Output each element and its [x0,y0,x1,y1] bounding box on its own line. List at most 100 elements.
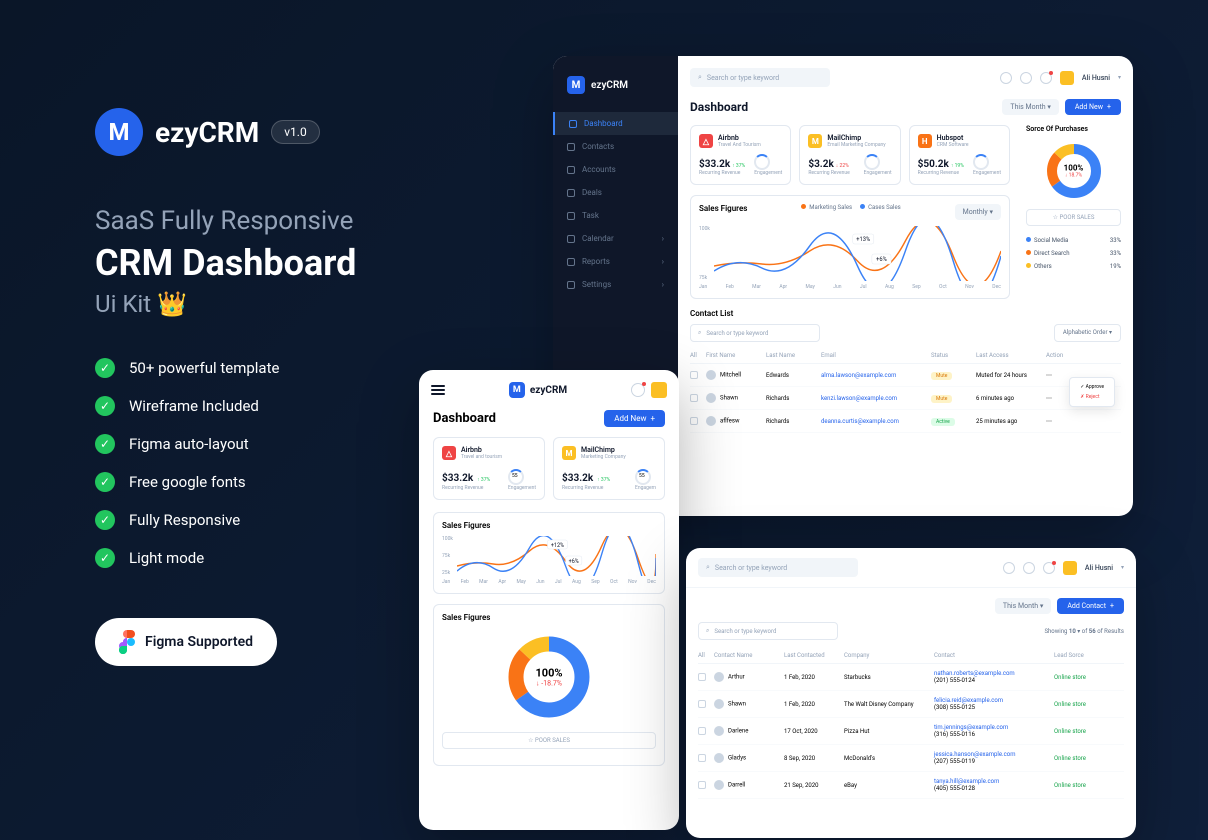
sidebar-item-reports[interactable]: Reports› [553,250,678,273]
row-menu-button[interactable]: ⋯ [1046,395,1066,402]
contacts-table: AllContact NameLast ContactedCompanyCont… [698,648,1124,799]
add-new-button[interactable]: Add New + [604,410,665,427]
feature-item: ✓Light mode [95,548,475,568]
burger-menu-button[interactable] [431,385,445,395]
bell-icon[interactable] [631,383,645,397]
moon-icon[interactable] [1020,72,1032,84]
svg-text:+6%: +6% [569,559,579,565]
checkbox[interactable] [698,673,706,681]
list-search-input[interactable]: ⌕Search or type keyword [698,622,838,640]
checkbox[interactable] [690,394,698,402]
period-dropdown[interactable]: This Month ▾ [1002,99,1058,115]
check-icon: ✓ [95,434,115,454]
sidebar-item-deals[interactable]: Deals [553,181,678,204]
moon-icon[interactable] [1023,562,1035,574]
bell-icon[interactable] [1043,562,1055,574]
checkbox[interactable] [690,417,698,425]
topbar: ⌕Search or type keyword Ali Husni ▾ [690,68,1121,87]
figma-supported-button[interactable]: Figma Supported [95,618,277,666]
table-row[interactable]: Arthur1 Feb, 2020Starbucksnathan.roberts… [698,664,1124,691]
line-chart: +12% +6% [457,536,656,576]
task-icon [567,212,575,220]
add-contact-button[interactable]: Add Contact + [1057,598,1124,614]
sun-icon[interactable] [1003,562,1015,574]
search-icon: ⌕ [706,627,709,635]
sidebar-item-dashboard[interactable]: Dashboard [553,112,678,135]
results-summary: Showing 10 ▾ of 56 of Results [1044,628,1124,635]
avatar[interactable] [1060,71,1074,85]
approve-action[interactable]: ✓ Approve [1074,382,1110,392]
donut-panel: Sales Figures 100%↓ -18.7% ☆ POOR SALES [433,604,665,766]
dashboard-icon [569,120,577,128]
sidebar-item-settings[interactable]: Settings› [553,273,678,296]
checkbox[interactable] [698,700,706,708]
stat-card-mailchimp[interactable]: MMailChimpEmail Marketing Company $3.2k … [799,125,900,185]
hero-logo-row: M ezyCRM v1.0 [95,108,475,156]
table-row[interactable]: aflfeswRichardsdeanna.curtis@example.com… [690,410,1121,433]
stat-card-hubspot[interactable]: HHubspotCRM Software $50.2k ↑ 19%Recurri… [909,125,1010,185]
user-name: Ali Husni [1082,74,1110,82]
table-row[interactable]: Darrell21 Sep, 2020eBaytanya.hill@exampl… [698,772,1124,799]
row-menu-button[interactable]: ⋯ [1046,372,1066,379]
gauge-icon [754,154,770,170]
gauge-icon: 55 [635,469,651,485]
row-menu-button[interactable]: ⋯ [1046,418,1066,425]
contact-sort-dropdown[interactable]: Alphabetic Order ▾ [1054,324,1121,342]
sun-icon[interactable] [1000,72,1012,84]
settings-icon [567,281,575,289]
table-row[interactable]: ShawnRichardskenzi.lawson@example.comMut… [690,387,1121,410]
avatar [714,672,724,682]
avatar [706,393,716,403]
chart-period-dropdown[interactable]: Monthly ▾ [955,204,1001,220]
add-new-button[interactable]: Add New + [1065,99,1121,115]
sales-chart: Sales Figures Marketing SalesCases Sales… [690,195,1010,299]
accounts-icon [567,166,575,174]
table-row[interactable]: Shawn1 Feb, 2020The Walt Disney Companyf… [698,691,1124,718]
checkbox[interactable] [690,371,698,379]
avatar [714,726,724,736]
avatar[interactable] [1063,561,1077,575]
stat-cards: △AirbnbTravel And Tourism $33.2k ↑ 37%Re… [690,125,1010,185]
sidebar-item-contacts[interactable]: Contacts [553,135,678,158]
version-badge: v1.0 [271,120,319,144]
reject-action[interactable]: ✗ Reject [1074,392,1110,402]
svg-text:+6%: +6% [876,257,887,263]
page-title: Dashboard [433,411,496,426]
hubspot-icon: H [918,134,932,148]
search-input[interactable]: ⌕Search or type keyword [690,68,830,87]
airbnb-icon: △ [442,446,456,460]
table-row[interactable]: Gladys8 Sep, 2020McDonald'sjessica.hanso… [698,745,1124,772]
contact-search-input[interactable]: ⌕Search or type keyword [690,324,820,342]
sidebar-item-task[interactable]: Task [553,204,678,227]
stat-card-airbnb[interactable]: △AirbnbTravel And Tourism $33.2k ↑ 37%Re… [690,125,791,185]
chart-title: Sales Figures [699,204,747,220]
checkbox[interactable] [698,781,706,789]
hero-panel: M ezyCRM v1.0 SaaS Fully Responsive CRM … [95,108,475,666]
avatar [706,370,716,380]
table-row[interactable]: Darlene17 Oct, 2020Pizza Huttim.jennings… [698,718,1124,745]
sidebar-item-accounts[interactable]: Accounts [553,158,678,181]
contact-list-section: Contact List ⌕Search or type keyword Alp… [690,309,1121,433]
chevron-down-icon[interactable]: ▾ [1121,564,1124,571]
stat-card-airbnb[interactable]: △AirbnbTravel and tourism $33.2k ↑ 37%Re… [433,437,545,500]
search-input[interactable]: ⌕Search or type keyword [698,558,858,577]
checkbox[interactable] [698,727,706,735]
contacts-icon [567,143,575,151]
table-row[interactable]: MitchellEdwardsalma.lawson@example.comMu… [690,364,1121,387]
bell-icon[interactable] [1040,72,1052,84]
figma-icon [119,630,135,654]
logo-text: ezyCRM [155,116,259,149]
contacts-preview: ⌕Search or type keyword Ali Husni▾ This … [686,548,1136,838]
stat-card-mailchimp[interactable]: MMailChimpMarketing Company $33.2k ↑ 37%… [553,437,665,500]
donut-title: Sorce Of Purchases [1026,125,1121,133]
sidebar-item-calendar[interactable]: Calendar› [553,227,678,250]
mobile-preview: MezyCRM DashboardAdd New + △AirbnbTravel… [419,370,679,830]
checkbox[interactable] [698,754,706,762]
hero-title: CRM Dashboard [95,242,475,284]
chevron-down-icon[interactable]: ▾ [1118,74,1121,81]
avatar [714,753,724,763]
period-dropdown[interactable]: This Month ▾ [995,598,1051,614]
avatar[interactable] [651,382,667,398]
sidebar-logo: MezyCRM [553,68,678,102]
avatar [706,416,716,426]
